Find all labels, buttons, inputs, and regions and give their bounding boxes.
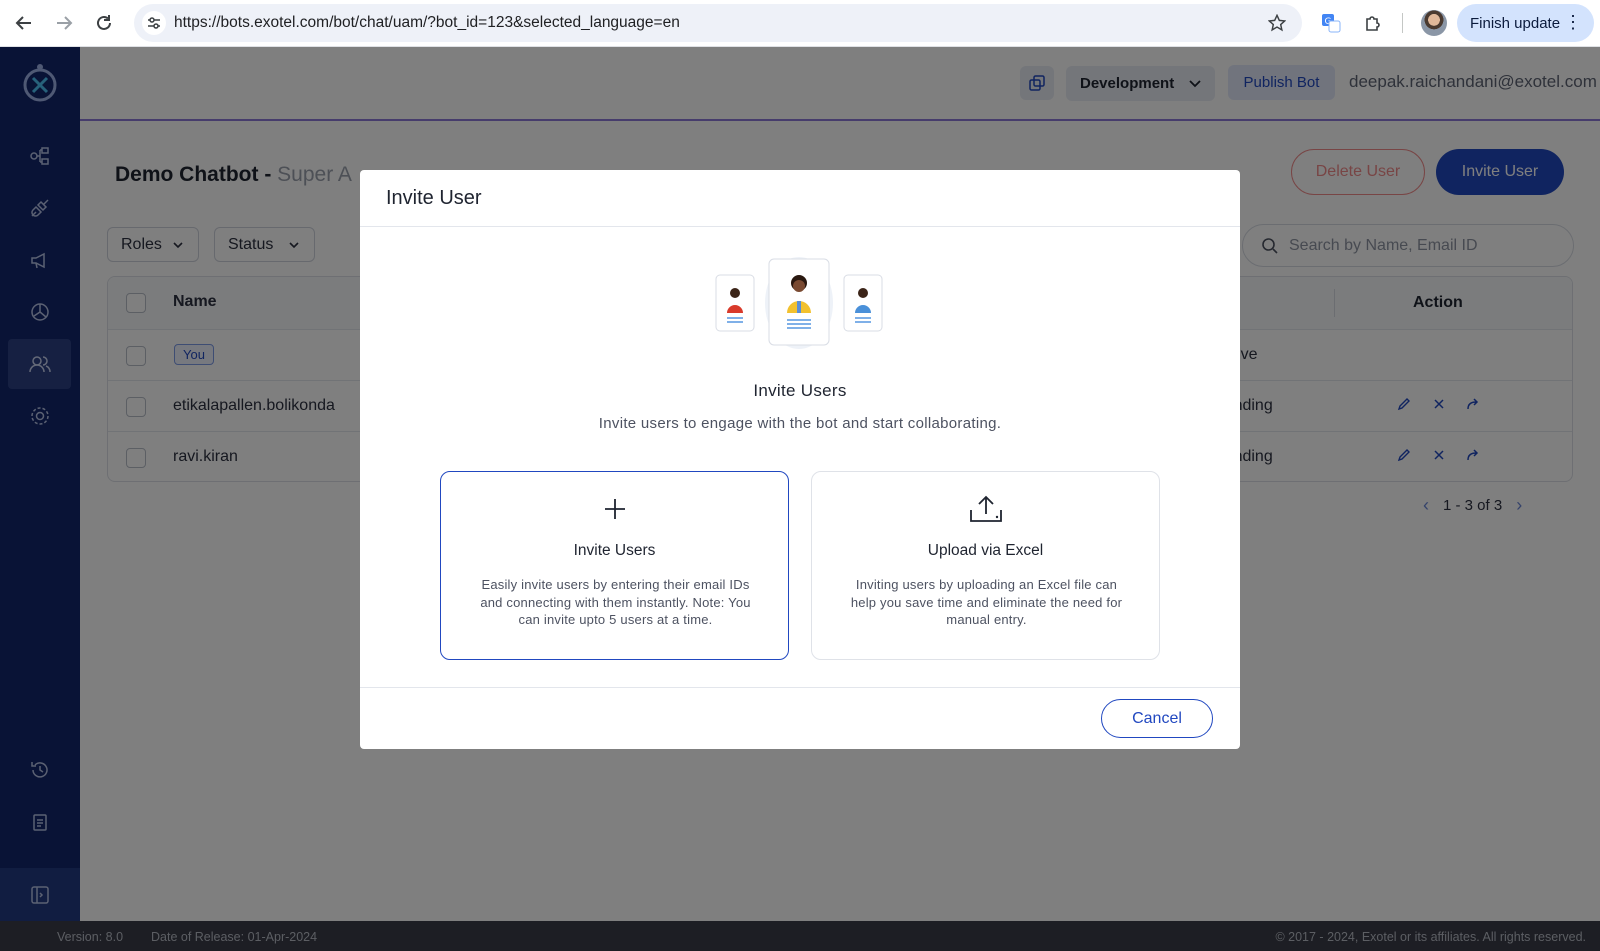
plus-icon <box>598 492 632 526</box>
option-description: Easily invite users by entering their em… <box>480 577 751 627</box>
modal-header-divider <box>360 226 1240 227</box>
upload-icon <box>969 492 1003 526</box>
option-title: Upload via Excel <box>927 542 1044 559</box>
invite-users-illustration <box>714 255 884 351</box>
site-info-icon[interactable] <box>142 11 166 35</box>
modal-description: Invite users to engage with the bot and … <box>598 415 1002 432</box>
translate-icon[interactable]: G <box>1318 10 1344 36</box>
finish-update-label: Finish update <box>1470 14 1561 32</box>
option-title: Invite Users <box>573 542 656 559</box>
forward-icon[interactable] <box>52 11 76 35</box>
browser-toolbar: https://bots.exotel.com/bot/chat/uam/?bo… <box>0 0 1600 47</box>
modal-footer-divider <box>360 687 1240 688</box>
url-text[interactable]: https://bots.exotel.com/bot/chat/uam/?bo… <box>174 14 680 32</box>
address-bar[interactable]: https://bots.exotel.com/bot/chat/uam/?bo… <box>134 4 1302 42</box>
cancel-button[interactable]: Cancel <box>1101 699 1213 738</box>
invite-user-modal: Invite User Invite Users Invite users to… <box>360 170 1240 749</box>
option-description: Inviting users by uploading an Excel fil… <box>850 577 1123 627</box>
browser-profile-avatar[interactable] <box>1421 10 1447 36</box>
bookmark-star-icon[interactable] <box>1266 12 1288 34</box>
finish-update-button[interactable]: Finish update ⋮ <box>1457 4 1594 42</box>
upload-excel-option[interactable]: Upload via Excel Inviting users by uploa… <box>811 471 1160 660</box>
extensions-icon[interactable] <box>1360 10 1386 36</box>
back-icon[interactable] <box>12 11 36 35</box>
toolbar-separator <box>1402 13 1403 33</box>
reload-icon[interactable] <box>92 11 116 35</box>
more-options-icon[interactable]: ⋮ <box>1564 13 1582 31</box>
modal-heading: Invite Users <box>753 381 847 400</box>
invite-users-option[interactable]: Invite Users Easily invite users by ente… <box>440 471 789 660</box>
modal-title: Invite User <box>386 187 482 209</box>
